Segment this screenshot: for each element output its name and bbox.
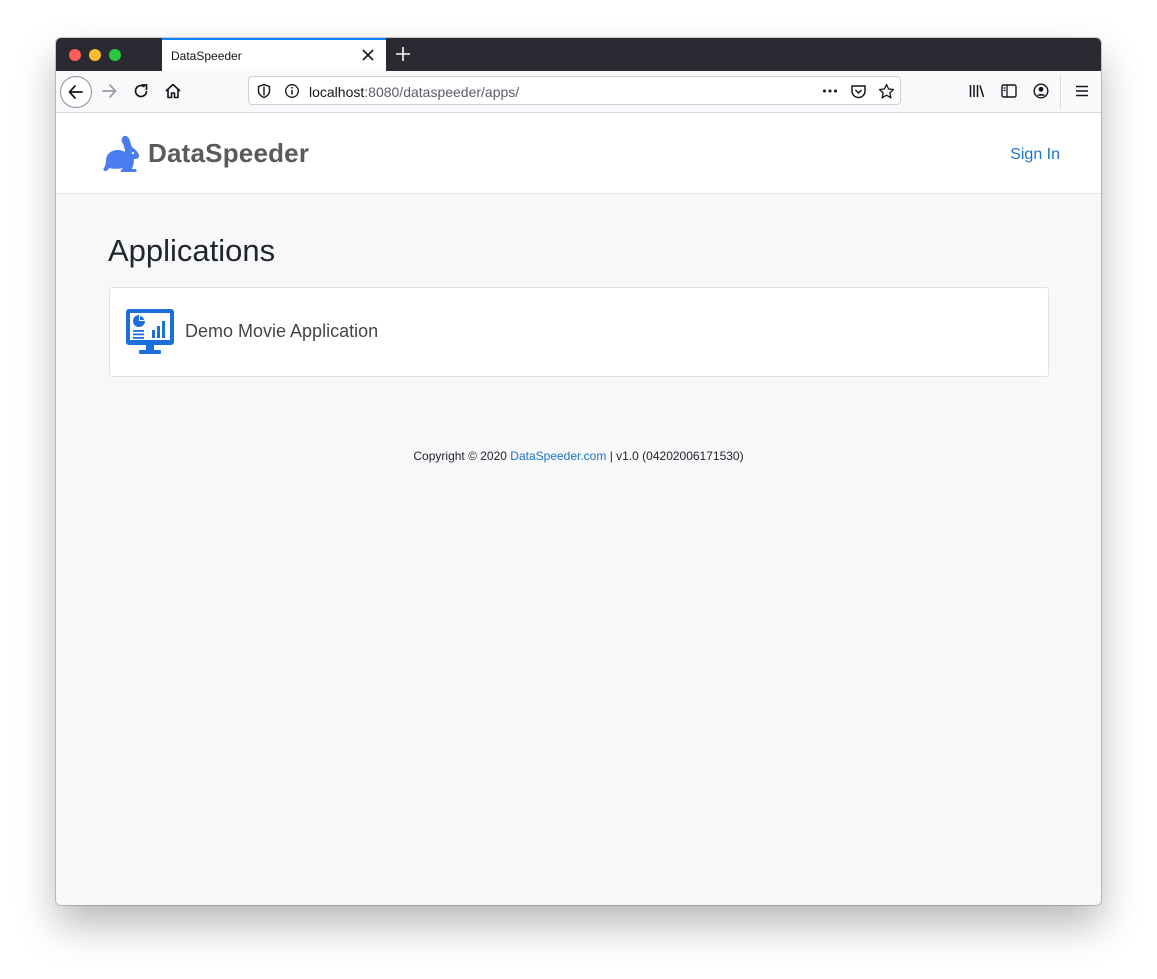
dashboard-monitor-icon <box>126 309 174 354</box>
bookmark-star-icon[interactable] <box>877 82 895 100</box>
window-maximize-button[interactable] <box>109 49 121 61</box>
brand-name: DataSpeeder <box>148 137 310 168</box>
page-title: Applications <box>108 233 276 268</box>
close-icon[interactable] <box>358 44 378 66</box>
forward-arrow-icon[interactable] <box>93 75 125 107</box>
reload-icon[interactable] <box>125 75 157 107</box>
url-text[interactable]: localhost:8080/dataspeeder/apps/ <box>309 84 519 100</box>
rabbit-logo-icon <box>103 135 139 172</box>
menu-icon[interactable] <box>1066 75 1098 107</box>
shield-icon[interactable] <box>255 82 273 100</box>
title-bar: DataSpeeder <box>56 38 1101 71</box>
info-icon[interactable] <box>283 82 301 100</box>
tab-dataspeeder[interactable]: DataSpeeder <box>162 38 386 71</box>
app-card-demo-movie[interactable]: Demo Movie Application <box>109 287 1049 377</box>
sidebar-icon[interactable] <box>993 75 1025 107</box>
url-host: localhost <box>309 84 365 100</box>
back-arrow-icon[interactable] <box>60 76 92 108</box>
footer: Copyright © 2020 DataSpeeder.com | v1.0 … <box>56 449 1101 463</box>
more-icon[interactable] <box>821 82 839 100</box>
page-content: DataSpeeder Sign In Applications Demo Mo… <box>56 113 1101 905</box>
toolbar-separator <box>1060 75 1061 108</box>
browser-window: DataSpeeder localhost:8080/dataspeeder/a… <box>56 38 1101 905</box>
pocket-icon[interactable] <box>849 82 867 100</box>
site-header: DataSpeeder Sign In <box>56 113 1101 194</box>
account-icon[interactable] <box>1025 75 1057 107</box>
url-bar[interactable]: localhost:8080/dataspeeder/apps/ <box>248 76 901 105</box>
library-icon[interactable] <box>961 75 993 107</box>
navigation-toolbar: localhost:8080/dataspeeder/apps/ <box>56 71 1101 113</box>
tab-title: DataSpeeder <box>171 49 242 63</box>
window-minimize-button[interactable] <box>89 49 101 61</box>
copyright-text: Copyright © 2020 <box>413 449 507 463</box>
app-name[interactable]: Demo Movie Application <box>185 321 378 342</box>
brand-logo[interactable]: DataSpeeder <box>102 133 309 173</box>
home-icon[interactable] <box>157 75 189 107</box>
plus-icon[interactable] <box>392 42 414 66</box>
sign-in-link[interactable]: Sign In <box>1010 146 1060 164</box>
window-close-button[interactable] <box>69 49 81 61</box>
version-text: | v1.0 (04202006171530) <box>609 449 744 463</box>
footer-site-link[interactable]: DataSpeeder.com <box>510 449 606 463</box>
url-path: :8080/dataspeeder/apps/ <box>364 84 520 100</box>
